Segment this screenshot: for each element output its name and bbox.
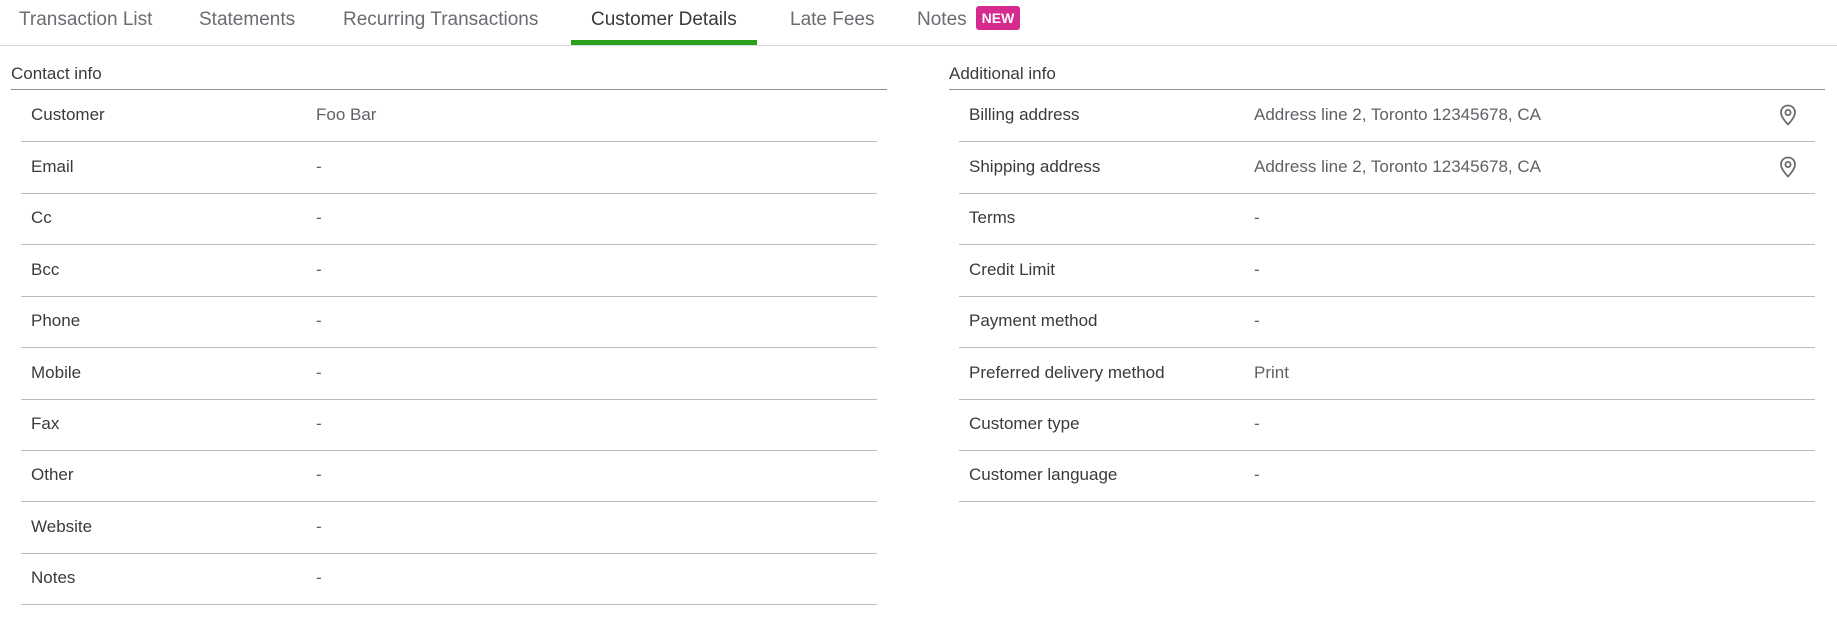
field-label: Credit Limit — [969, 260, 1055, 279]
field-label: Website — [31, 517, 93, 536]
field-label: Other — [31, 465, 74, 484]
field-value: - — [1254, 260, 1260, 279]
shipping-address-value: Address line 2, Toronto 12345678, CA — [1254, 157, 1541, 176]
tab-label: Late Fees — [790, 9, 875, 30]
field-label: Email — [31, 157, 74, 176]
field-label: Notes — [31, 568, 76, 587]
additional-row-customer-language: Customer language - — [959, 450, 1815, 502]
contact-row-mobile: Mobile - — [21, 348, 877, 400]
customer-name-value: Foo Bar — [316, 105, 377, 124]
field-value: - — [316, 363, 322, 382]
contact-row-email: Email - — [21, 142, 877, 194]
field-value: - — [316, 568, 322, 587]
additional-row-preferred-delivery-method: Preferred delivery method Print — [959, 348, 1815, 400]
contact-row-other: Other - — [21, 450, 877, 502]
contact-row-notes: Notes - — [21, 553, 877, 605]
field-value: - — [316, 414, 322, 433]
tab-label: Customer Details — [591, 9, 737, 30]
contact-info-heading: Contact info — [11, 64, 102, 83]
tab-label: Notes — [917, 9, 967, 30]
contact-row-phone: Phone - — [21, 296, 877, 348]
tab-late-fees[interactable]: Late Fees — [790, 0, 875, 44]
tab-notes[interactable]: Notes NEW — [917, 0, 1021, 44]
field-label: Mobile — [31, 363, 82, 382]
additional-row-shipping-address: Shipping address Address line 2, Toronto… — [959, 142, 1815, 194]
active-tab-indicator — [571, 40, 757, 45]
field-value: - — [316, 465, 322, 484]
tab-bar: Transaction List Statements Recurring Tr… — [0, 0, 1837, 46]
field-label: Terms — [969, 208, 1016, 227]
tab-label: Recurring Transactions — [343, 9, 539, 30]
field-value: - — [1254, 414, 1260, 433]
tab-statements[interactable]: Statements — [199, 0, 295, 44]
field-label: Phone — [31, 311, 81, 330]
new-badge: NEW — [975, 6, 1021, 30]
field-label: Payment method — [969, 311, 1098, 330]
tab-customer-details[interactable]: Customer Details — [571, 0, 757, 45]
map-pin-icon[interactable] — [1776, 155, 1800, 179]
additional-row-billing-address: Billing address Address line 2, Toronto … — [959, 90, 1815, 142]
field-value: - — [316, 208, 322, 227]
additional-row-terms: Terms - — [959, 193, 1815, 245]
additional-row-customer-type: Customer type - — [959, 399, 1815, 451]
tab-label: Statements — [199, 9, 296, 30]
contact-row-cc: Cc - — [21, 193, 877, 245]
map-pin-icon[interactable] — [1776, 103, 1800, 127]
field-value: - — [316, 311, 322, 330]
field-value: - — [316, 517, 322, 536]
contact-row-bcc: Bcc - — [21, 245, 877, 297]
additional-row-credit-limit: Credit Limit - — [959, 245, 1815, 297]
field-label: Customer — [31, 105, 105, 124]
field-label: Customer type — [969, 414, 1080, 433]
field-value: - — [316, 260, 322, 279]
field-value: - — [1254, 208, 1260, 227]
additional-row-payment-method: Payment method - — [959, 296, 1815, 348]
billing-address-value: Address line 2, Toronto 12345678, CA — [1254, 105, 1541, 124]
tab-label: Transaction List — [19, 9, 153, 30]
delivery-method-value: Print — [1254, 363, 1289, 382]
field-label: Customer language — [969, 465, 1118, 484]
field-value: - — [316, 157, 322, 176]
tab-recurring-transactions[interactable]: Recurring Transactions — [343, 0, 538, 44]
additional-info-heading: Additional info — [949, 64, 1056, 83]
field-value: - — [1254, 311, 1260, 330]
tab-transaction-list[interactable]: Transaction List — [19, 0, 152, 44]
field-label: Cc — [31, 208, 52, 227]
contact-row-website: Website - — [21, 502, 877, 554]
field-label: Shipping address — [969, 157, 1101, 176]
field-label: Bcc — [31, 260, 60, 279]
field-value: - — [1254, 465, 1260, 484]
field-label: Preferred delivery method — [969, 363, 1165, 382]
contact-row-customer: Customer Foo Bar — [21, 90, 877, 142]
contact-row-fax: Fax - — [21, 399, 877, 451]
field-label: Billing address — [969, 105, 1080, 124]
field-label: Fax — [31, 414, 60, 433]
